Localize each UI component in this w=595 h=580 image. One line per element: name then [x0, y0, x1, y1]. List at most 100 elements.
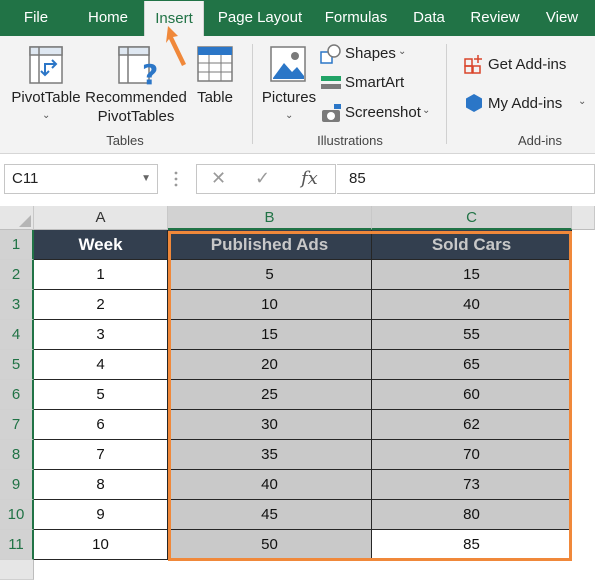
get-addins-icon[interactable]: [464, 54, 484, 79]
shapes-icon[interactable]: [320, 44, 342, 69]
table-cell[interactable]: 80: [372, 500, 572, 530]
row-header[interactable]: 5: [0, 350, 34, 380]
get-addins-button[interactable]: Get Add-ins: [488, 55, 566, 75]
shapes-button[interactable]: Shapes: [345, 44, 396, 64]
cancel-icon[interactable]: ✕: [211, 168, 226, 189]
table-cell[interactable]: 4: [34, 350, 168, 380]
row-header[interactable]: 6: [0, 380, 34, 410]
screenshot-icon[interactable]: [320, 103, 342, 128]
row-header[interactable]: 1: [0, 230, 34, 260]
illustrations-group-label: Illustrations: [317, 133, 383, 148]
chevron-down-icon[interactable]: ▼: [141, 165, 151, 193]
menu-bar: File Home Insert Page Layout Formulas Da…: [0, 0, 595, 38]
tab-home[interactable]: Home: [76, 0, 140, 36]
table-cell[interactable]: 55: [372, 320, 572, 350]
recommended-pivottables-icon[interactable]: ?: [118, 46, 160, 93]
insert-function-icon[interactable]: fx: [301, 168, 318, 189]
column-header-a[interactable]: A: [34, 206, 168, 230]
table-cell[interactable]: 60: [372, 380, 572, 410]
smartart-button[interactable]: SmartArt: [345, 73, 404, 93]
row-header[interactable]: 9: [0, 470, 34, 500]
chevron-down-icon[interactable]: ⌄: [422, 105, 430, 116]
chevron-down-icon[interactable]: ⌄: [578, 96, 586, 107]
chevron-down-icon[interactable]: ⌄: [285, 110, 293, 121]
formula-input[interactable]: 85: [337, 164, 595, 194]
table-cell[interactable]: 6: [34, 410, 168, 440]
table-cell[interactable]: 8: [34, 470, 168, 500]
arrow-annotation-icon: [166, 26, 186, 66]
table-button[interactable]: Table: [190, 88, 240, 108]
svg-text:?: ?: [142, 58, 158, 88]
table-cell[interactable]: 15: [372, 260, 572, 290]
table-cell[interactable]: 70: [372, 440, 572, 470]
table-cell[interactable]: 3: [34, 320, 168, 350]
tab-view[interactable]: View: [536, 0, 588, 36]
addins-group-label: Add-ins: [517, 133, 563, 148]
active-cell[interactable]: 85: [372, 530, 572, 560]
pictures-button[interactable]: Pictures: [260, 88, 318, 108]
tab-data[interactable]: Data: [404, 0, 454, 36]
row-header[interactable]: [0, 560, 34, 580]
name-box[interactable]: C11 ▼: [4, 164, 158, 194]
tab-file[interactable]: File: [0, 0, 72, 36]
pivottable-icon[interactable]: [29, 46, 63, 89]
table-cell[interactable]: 9: [34, 500, 168, 530]
formula-bar: C11 ▼ ✕ ✓ fx 85: [0, 154, 595, 206]
chevron-down-icon[interactable]: ⌄: [398, 46, 406, 57]
row-header[interactable]: 11: [0, 530, 34, 560]
table-cell[interactable]: 20: [168, 350, 372, 380]
table-cell[interactable]: 5: [34, 380, 168, 410]
table-cell[interactable]: 45: [168, 500, 372, 530]
group-separator: [446, 44, 447, 144]
table-cell[interactable]: 10: [168, 290, 372, 320]
row-header[interactable]: 7: [0, 410, 34, 440]
table-icon[interactable]: [197, 46, 233, 87]
header-cell[interactable]: Published Ads: [168, 230, 372, 260]
header-cell[interactable]: Week: [34, 230, 168, 260]
table-cell[interactable]: 2: [34, 290, 168, 320]
group-separator: [252, 44, 253, 144]
tab-review[interactable]: Review: [462, 0, 528, 36]
table-cell[interactable]: 25: [168, 380, 372, 410]
table-cell[interactable]: 73: [372, 470, 572, 500]
name-box-value: C11: [12, 170, 39, 187]
chevron-down-icon[interactable]: ⌄: [42, 110, 50, 121]
tab-page-layout[interactable]: Page Layout: [212, 0, 308, 36]
table-cell[interactable]: 65: [372, 350, 572, 380]
tab-formulas[interactable]: Formulas: [316, 0, 396, 36]
row-header[interactable]: 3: [0, 290, 34, 320]
smartart-icon[interactable]: [320, 74, 342, 97]
tables-group-label: Tables: [106, 133, 144, 148]
screenshot-button[interactable]: Screenshot: [345, 103, 421, 123]
table-cell[interactable]: 10: [34, 530, 168, 560]
pivottable-button[interactable]: PivotTable: [8, 88, 84, 108]
column-header-c[interactable]: C: [372, 206, 572, 230]
table-cell[interactable]: 40: [372, 290, 572, 320]
recommended-pivottables-line1[interactable]: Recommended: [84, 88, 188, 108]
table-cell[interactable]: 40: [168, 470, 372, 500]
row-header[interactable]: 2: [0, 260, 34, 290]
column-header-b[interactable]: B: [168, 206, 372, 230]
header-cell[interactable]: Sold Cars: [372, 230, 572, 260]
drag-handle-icon[interactable]: [174, 170, 178, 188]
table-cell[interactable]: 35: [168, 440, 372, 470]
table-cell[interactable]: 15: [168, 320, 372, 350]
column-header-d[interactable]: [572, 206, 595, 230]
table-cell[interactable]: 30: [168, 410, 372, 440]
ribbon: PivotTable ⌄ ? Recommended PivotTables T…: [0, 36, 595, 154]
row-header[interactable]: 10: [0, 500, 34, 530]
table-cell[interactable]: 1: [34, 260, 168, 290]
picture-icon[interactable]: [270, 46, 306, 87]
enter-icon[interactable]: ✓: [255, 168, 270, 189]
row-header[interactable]: 8: [0, 440, 34, 470]
table-cell[interactable]: 50: [168, 530, 372, 560]
table-cell[interactable]: 62: [372, 410, 572, 440]
table-cell[interactable]: 5: [168, 260, 372, 290]
my-addins-icon[interactable]: [464, 93, 484, 118]
select-all-button[interactable]: [0, 206, 34, 230]
row-header[interactable]: 4: [0, 320, 34, 350]
recommended-pivottables-line2[interactable]: PivotTables: [84, 107, 188, 127]
formula-buttons: ✕ ✓ fx: [196, 164, 336, 194]
table-cell[interactable]: 7: [34, 440, 168, 470]
my-addins-button[interactable]: My Add-ins: [488, 94, 562, 114]
